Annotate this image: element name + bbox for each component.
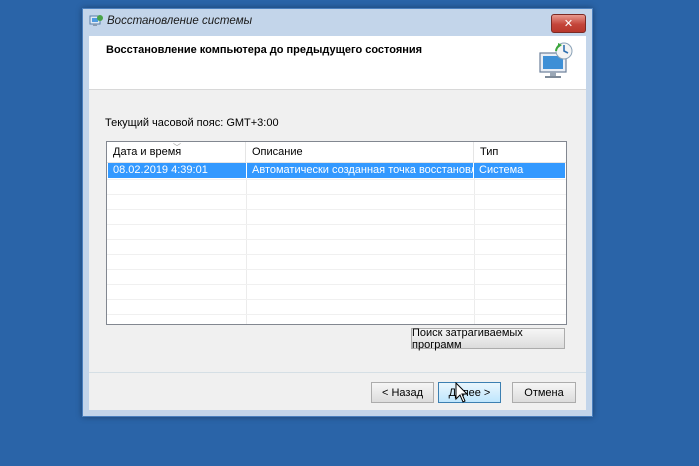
mouse-pointer-icon	[455, 382, 469, 403]
timezone-label: Текущий часовой пояс: GMT+3:00	[105, 117, 279, 129]
grid-line	[107, 209, 566, 210]
close-icon: ✕	[563, 18, 574, 30]
column-header-description[interactable]: Описание	[246, 142, 474, 162]
grid-line	[107, 254, 566, 255]
dialog-header: Восстановление компьютера до предыдущего…	[89, 36, 586, 90]
header-title: Восстановление компьютера до предыдущего…	[106, 44, 423, 56]
column-header-type-label: Тип	[480, 146, 499, 158]
back-button[interactable]: < Назад	[371, 382, 434, 403]
cell-description: Автоматически созданная точка восстановл…	[246, 163, 474, 178]
system-restore-icon	[89, 15, 103, 26]
column-header-type[interactable]: Тип	[474, 142, 566, 162]
column-header-description-label: Описание	[252, 146, 303, 158]
restore-points-list[interactable]: Дата и время ﹀ Описание Тип 08.02.2019 4…	[106, 141, 567, 325]
grid-line	[107, 299, 566, 300]
cancel-button[interactable]: Отмена	[512, 382, 576, 403]
next-button[interactable]: Далее >	[438, 382, 501, 403]
dialog-client: Восстановление компьютера до предыдущего…	[89, 36, 586, 410]
window-title: Восстановление системы	[107, 15, 253, 27]
cell-date: 08.02.2019 4:39:01	[113, 164, 208, 176]
list-header: Дата и время ﹀ Описание Тип	[107, 142, 566, 163]
grid-line	[107, 224, 566, 225]
grid-line	[107, 239, 566, 240]
grid-line	[107, 314, 566, 315]
title-bar[interactable]: Восстановление системы ✕	[83, 9, 592, 33]
restore-computer-icon	[539, 42, 573, 78]
grid-line	[107, 284, 566, 285]
grid-line	[107, 269, 566, 270]
footer-separator	[89, 372, 586, 373]
close-button[interactable]: ✕	[551, 14, 586, 33]
grid-line	[107, 194, 566, 195]
sort-arrow-icon: ﹀	[173, 143, 181, 152]
table-row[interactable]: 08.02.2019 4:39:01 Автоматически созданн…	[108, 163, 565, 178]
cell-type: Система	[479, 164, 524, 176]
column-header-date[interactable]: Дата и время ﹀	[107, 142, 246, 162]
grid-line	[107, 179, 566, 180]
system-restore-window: Восстановление системы ✕ Восстановление …	[82, 8, 593, 417]
scan-affected-programs-button[interactable]: Поиск затрагиваемых программ	[411, 327, 565, 351]
column-header-date-label: Дата и время	[113, 146, 182, 158]
